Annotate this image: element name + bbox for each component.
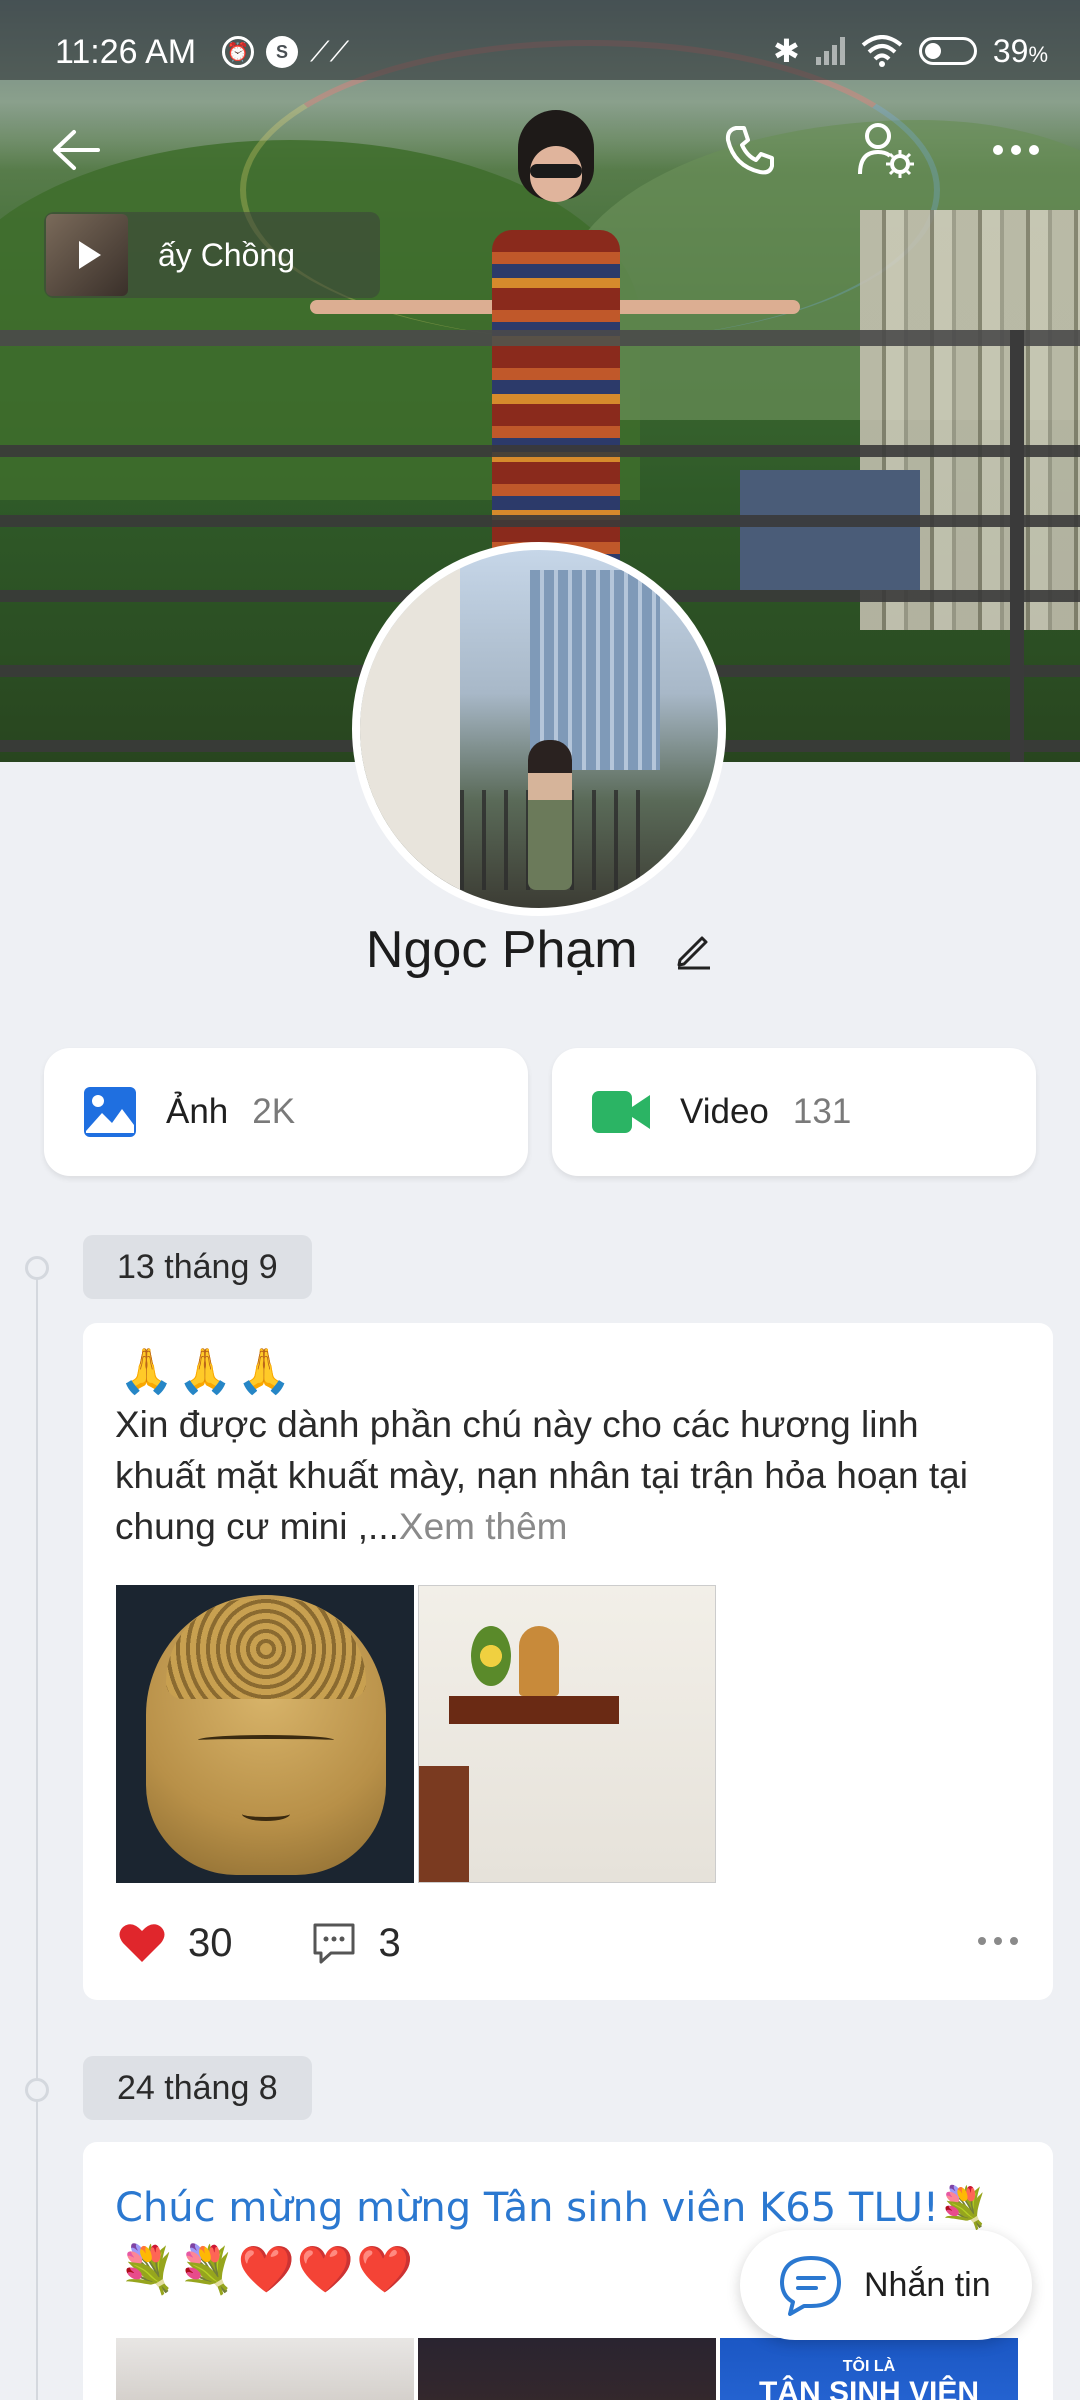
post-photo[interactable]: TÔI LÀ TÂN SINH VIÊN [720, 2338, 1018, 2400]
photo-caption: TÔI LÀ [842, 2358, 896, 2375]
photo-caption: TÂN SINH VIÊN [758, 2376, 980, 2400]
comment-icon [313, 1923, 354, 1964]
more-options-button[interactable] [988, 118, 1044, 182]
comment-count: 3 [378, 1920, 401, 1965]
timeline-dot [25, 2078, 49, 2102]
app-notification-icon: ⟋⟋ [310, 35, 350, 67]
timeline-date: 24 tháng 8 [83, 2056, 312, 2120]
status-system-icons: ✱ 39% [773, 32, 1048, 70]
heart-icon [119, 1924, 165, 1962]
battery-level: 39 [992, 32, 1029, 69]
photos-tile[interactable]: Ảnh 2K [44, 1048, 528, 1176]
status-time: 11:26 AM [55, 33, 197, 71]
music-cover-thumbnail [46, 214, 128, 296]
photos-count: 2K [252, 1092, 296, 1131]
profile-settings-button[interactable] [850, 118, 922, 182]
feed-post[interactable]: 🙏🙏🙏 Xin được dành phần chú này cho các h… [83, 1323, 1053, 2000]
profile-name-row: Ngọc Phạm [0, 920, 1080, 983]
status-notification-icons: ⏰ S ⟋⟋ [222, 34, 349, 70]
post-emoji: 🙏🙏🙏 [119, 1347, 296, 1396]
pencil-icon [677, 936, 711, 970]
alarm-icon: ⏰ [222, 36, 254, 68]
comment-button[interactable]: 3 [311, 1921, 401, 1966]
see-more-link[interactable]: Xem thêm [399, 1506, 568, 1547]
profile-name: Ngọc Phạm [365, 921, 638, 979]
battery-unit: % [1028, 41, 1048, 67]
video-camera-icon [592, 1091, 650, 1133]
music-title: ấy Chồng [158, 236, 295, 273]
call-button[interactable] [718, 118, 782, 182]
post-more-button[interactable] [978, 1937, 1018, 1945]
arrow-left-icon [53, 130, 100, 170]
battery-icon [918, 37, 977, 65]
railing [0, 515, 1080, 527]
more-horizontal-icon [993, 145, 1039, 155]
like-button[interactable]: 30 [118, 1921, 233, 1966]
profile-avatar[interactable] [352, 542, 726, 916]
phone-icon [725, 126, 774, 175]
message-button-label: Nhắn tin [864, 2265, 991, 2304]
post-text: Xin được dành phần chú này cho các hương… [115, 1399, 1015, 1552]
skype-icon: S [266, 36, 298, 68]
status-bar: 11:26 AM ⏰ S ⟋⟋ ✱ 39% [0, 0, 1080, 80]
user-settings-icon [858, 123, 914, 178]
railing [0, 330, 1080, 346]
railing [0, 445, 1080, 457]
videos-label: Video [680, 1092, 769, 1131]
post-photo[interactable] [418, 2338, 716, 2400]
bluetooth-icon: ✱ [773, 33, 800, 69]
edit-name-button[interactable] [674, 923, 714, 983]
profile-music-chip[interactable]: ấy Chồng [44, 212, 380, 298]
message-button[interactable]: Nhắn tin [740, 2230, 1032, 2340]
timeline-dot [25, 1256, 49, 1280]
like-count: 30 [188, 1920, 233, 1965]
cover-roof [740, 470, 920, 590]
railing-post [1010, 330, 1024, 762]
post-photo-strip: TÔI LÀ TÂN SINH VIÊN [116, 2338, 1036, 2400]
back-button[interactable] [44, 118, 108, 182]
wifi-icon [861, 35, 903, 67]
signal-icon [815, 37, 845, 65]
post-photo[interactable] [418, 1585, 716, 1883]
play-icon [79, 241, 101, 269]
post-photo[interactable] [116, 2338, 414, 2400]
videos-count: 131 [792, 1092, 852, 1131]
timeline-line [36, 1268, 38, 2400]
videos-tile[interactable]: Video 131 [552, 1048, 1036, 1176]
chat-bubble-icon [780, 2256, 841, 2316]
post-photo[interactable] [116, 1585, 414, 1883]
post-emoji: 💐💐❤️❤️❤️ [119, 2243, 416, 2295]
timeline-date: 13 tháng 9 [83, 1235, 312, 1299]
photos-label: Ảnh [166, 1092, 229, 1131]
image-icon [84, 1087, 136, 1137]
post-actions: 30 3 [118, 1913, 1018, 1973]
